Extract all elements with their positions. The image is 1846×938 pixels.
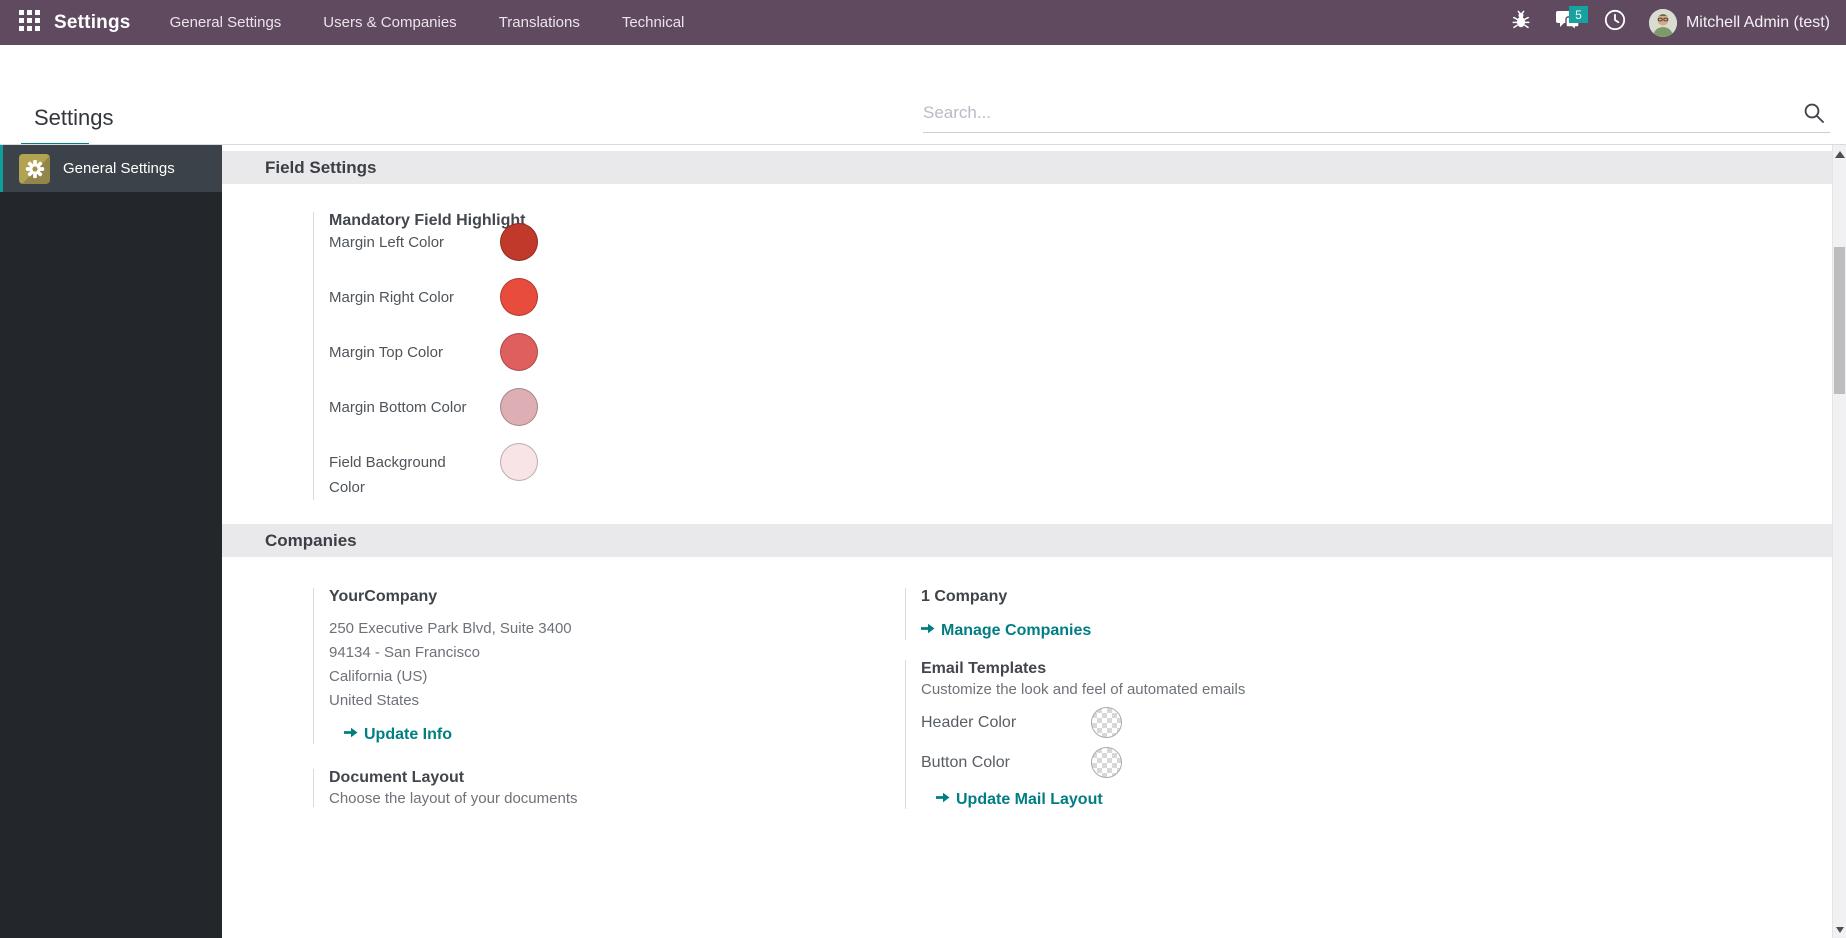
control-panel: Settings SAVE DISCARD Unsaved changes	[0, 45, 1846, 175]
update-info-link[interactable]: Update Info	[344, 726, 452, 744]
search-icon[interactable]	[1802, 101, 1828, 127]
address-line: 250 Executive Park Blvd, Suite 3400	[329, 620, 572, 637]
section-title: Companies	[265, 530, 357, 550]
arrow-right-icon	[936, 791, 950, 809]
email-templates-description: Customize the look and feel of automated…	[921, 681, 1246, 698]
companies-right-column: 1 Company Manage Companies Email Templat…	[905, 588, 1497, 809]
email-templates-block: Email Templates Customize the look and f…	[905, 660, 1497, 809]
document-layout-description: Choose the layout of your documents	[329, 790, 578, 807]
company-count: 1 Company	[921, 588, 1008, 605]
button-color-picker-swatch[interactable]	[1091, 747, 1122, 778]
user-menu[interactable]: Mitchell Admin (test)	[1643, 0, 1834, 45]
company-name: YourCompany	[329, 588, 438, 605]
button-color-label: Button Color	[921, 753, 1010, 771]
active-accent-bar	[0, 145, 3, 192]
screen: Settings General Settings Users & Compan…	[0, 0, 1846, 938]
companies-container: YourCompany 250 Executive Park Blvd, Sui…	[313, 588, 1832, 809]
top-navbar: Settings General Settings Users & Compan…	[0, 0, 1846, 45]
document-layout-heading: Document Layout	[329, 769, 465, 786]
address-line: 94134 - San Francisco	[329, 644, 480, 661]
color-picker-swatch[interactable]	[500, 443, 538, 481]
user-name: Mitchell Admin (test)	[1685, 13, 1830, 31]
section-title: Field Settings	[265, 157, 377, 177]
color-picker-swatch[interactable]	[500, 388, 538, 426]
section-header-companies: Companies	[222, 524, 1832, 557]
nav-menu: General Settings Users & Companies Trans…	[149, 0, 706, 45]
apps-grid-icon	[18, 9, 40, 36]
navbar-systray: 5 Mitchell Admin (test)	[1502, 0, 1834, 45]
document-layout-block: Document Layout Choose the layout of you…	[313, 769, 905, 807]
color-field-row: Field Background Color	[329, 443, 1832, 500]
nav-item-users-companies[interactable]: Users & Companies	[302, 0, 477, 45]
user-avatar	[1648, 8, 1677, 37]
color-field-label: Field Background Color	[329, 454, 446, 496]
clock-icon	[1603, 8, 1627, 37]
address-line: United States	[329, 692, 420, 709]
address-line: California (US)	[329, 668, 428, 685]
arrow-right-icon	[344, 726, 358, 744]
email-templates-heading: Email Templates	[921, 660, 1047, 677]
app-title[interactable]: Settings	[54, 12, 131, 34]
button-color-row: Button Color	[921, 747, 1497, 778]
sidebar-item-label: General Settings	[63, 160, 175, 177]
color-picker-swatch[interactable]	[500, 333, 538, 371]
messages-count-badge: 5	[1568, 6, 1588, 23]
search-box	[923, 93, 1830, 133]
color-field-label: Margin Right Color	[329, 289, 455, 306]
update-mail-layout-link[interactable]: Update Mail Layout	[936, 791, 1103, 809]
company-count-block: 1 Company Manage Companies	[905, 588, 1497, 640]
color-field-row: Margin Top Color	[329, 333, 1832, 371]
apps-menu-button[interactable]	[12, 6, 46, 40]
activities-button[interactable]	[1596, 0, 1634, 45]
sidebar-item-general-settings[interactable]: General Settings	[0, 145, 222, 192]
color-picker-swatch[interactable]	[500, 278, 538, 316]
color-field-row: Margin Right Color	[329, 278, 1832, 316]
vertical-scrollbar[interactable]	[1832, 145, 1846, 938]
header-color-label: Header Color	[921, 713, 1017, 731]
bug-icon	[1511, 10, 1531, 35]
color-picker-swatch[interactable]	[500, 223, 538, 261]
nav-item-general-settings[interactable]: General Settings	[149, 0, 303, 45]
header-color-row: Header Color	[921, 707, 1497, 738]
header-color-picker-swatch[interactable]	[1091, 707, 1122, 738]
manage-companies-link[interactable]: Manage Companies	[921, 622, 1091, 640]
color-field-label: Margin Left Color	[329, 234, 445, 251]
color-field-row: Margin Bottom Color	[329, 388, 1832, 426]
scroll-down-arrow-icon[interactable]	[1836, 927, 1844, 933]
breadcrumb-page-title: Settings	[34, 105, 114, 130]
scrollbar-thumb[interactable]	[1834, 247, 1845, 394]
block-heading: Mandatory Field Highlight	[329, 212, 526, 229]
messages-button[interactable]: 5	[1549, 0, 1588, 45]
debug-button[interactable]	[1502, 0, 1540, 45]
color-field-label: Margin Top Color	[329, 344, 443, 361]
gear-icon	[19, 153, 50, 184]
field-settings-container: Mandatory Field Highlight Margin Left Co…	[313, 212, 1832, 500]
settings-main-panel: Field Settings Mandatory Field Highlight…	[222, 145, 1846, 938]
workspace: General Settings Field Settings Mandator…	[0, 144, 1846, 938]
company-info-block: YourCompany 250 Executive Park Blvd, Sui…	[313, 588, 905, 744]
color-field-label: Margin Bottom Color	[329, 399, 467, 416]
nav-item-translations[interactable]: Translations	[478, 0, 601, 45]
color-field-row: Margin Left Color	[329, 223, 1832, 261]
search-input[interactable]	[923, 93, 1796, 132]
scroll-up-arrow-icon[interactable]	[1835, 151, 1845, 158]
company-address: 250 Executive Park Blvd, Suite 3400 9413…	[329, 617, 905, 713]
settings-sidebar: General Settings	[0, 145, 222, 938]
mandatory-field-highlight-block: Mandatory Field Highlight Margin Left Co…	[313, 212, 1832, 500]
section-header-field-settings: Field Settings	[222, 151, 1832, 184]
nav-item-technical[interactable]: Technical	[601, 0, 706, 45]
arrow-right-icon	[921, 622, 935, 640]
companies-left-column: YourCompany 250 Executive Park Blvd, Sui…	[313, 588, 905, 807]
